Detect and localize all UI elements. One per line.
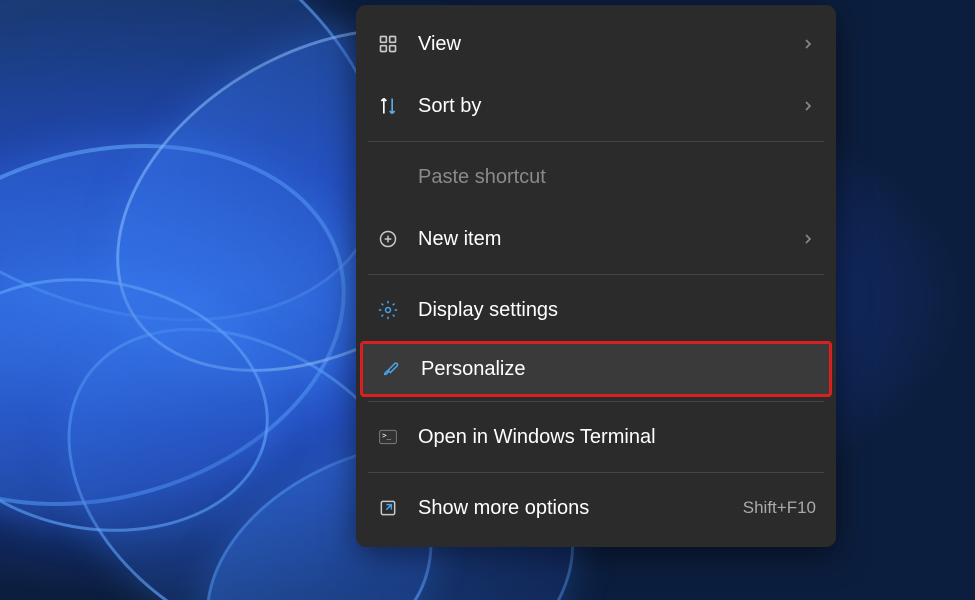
menu-item-new-item[interactable]: New item bbox=[356, 208, 836, 270]
menu-item-display-settings[interactable]: Display settings bbox=[356, 279, 836, 341]
menu-item-shortcut: Shift+F10 bbox=[743, 498, 816, 518]
menu-item-personalize[interactable]: Personalize bbox=[360, 341, 832, 397]
menu-item-open-terminal[interactable]: >_ Open in Windows Terminal bbox=[356, 406, 836, 468]
chevron-right-icon bbox=[800, 36, 816, 52]
menu-item-label: Sort by bbox=[418, 95, 800, 118]
menu-item-label: New item bbox=[418, 228, 800, 251]
svg-text:>_: >_ bbox=[382, 431, 392, 440]
menu-item-label: Open in Windows Terminal bbox=[418, 426, 816, 449]
menu-item-show-more-options[interactable]: Show more options Shift+F10 bbox=[356, 477, 836, 539]
context-menu: View Sort by Paste shortcut bbox=[356, 5, 836, 547]
menu-item-label: Paste shortcut bbox=[418, 166, 816, 189]
chevron-right-icon bbox=[800, 231, 816, 247]
menu-item-paste-shortcut: Paste shortcut bbox=[356, 146, 836, 208]
menu-item-label: Show more options bbox=[418, 497, 743, 520]
separator bbox=[368, 141, 824, 142]
terminal-icon: >_ bbox=[376, 425, 400, 449]
separator bbox=[368, 274, 824, 275]
expand-icon bbox=[376, 496, 400, 520]
sort-icon bbox=[376, 94, 400, 118]
paintbrush-icon bbox=[379, 357, 403, 381]
separator bbox=[368, 472, 824, 473]
menu-item-sort-by[interactable]: Sort by bbox=[356, 75, 836, 137]
chevron-right-icon bbox=[800, 98, 816, 114]
grid-icon bbox=[376, 32, 400, 56]
menu-item-label: Personalize bbox=[421, 358, 813, 381]
separator bbox=[368, 401, 824, 402]
menu-item-label: Display settings bbox=[418, 299, 816, 322]
gear-icon bbox=[376, 298, 400, 322]
menu-item-view[interactable]: View bbox=[356, 13, 836, 75]
plus-circle-icon bbox=[376, 227, 400, 251]
menu-item-label: View bbox=[418, 33, 800, 56]
